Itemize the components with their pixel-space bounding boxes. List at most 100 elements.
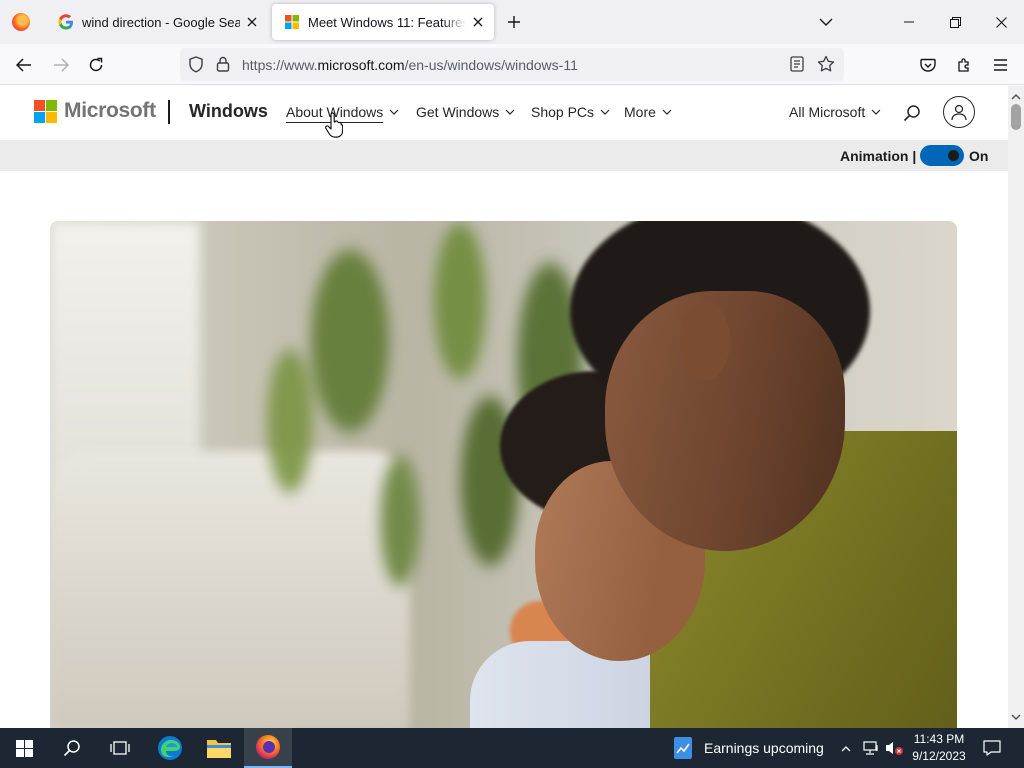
reload-button[interactable] xyxy=(81,50,111,80)
animation-state: On xyxy=(969,148,989,164)
toggle-knob xyxy=(948,150,959,161)
arrow-right-icon xyxy=(54,58,69,72)
bookmark-star-icon[interactable] xyxy=(817,55,835,78)
list-all-tabs-button[interactable] xyxy=(812,8,840,36)
nav-label: All Microsoft xyxy=(789,104,866,120)
address-bar[interactable]: https://www.microsoft.com/en-us/windows/… xyxy=(180,48,844,81)
navigation-toolbar: https://www.microsoft.com/en-us/windows/… xyxy=(0,44,1024,85)
url-path: /en-us/windows/windows-11 xyxy=(404,57,578,73)
microsoft-logo-link[interactable]: Microsoft xyxy=(34,99,156,123)
edge-taskbar-button[interactable] xyxy=(146,728,194,768)
nav-shop-pcs[interactable]: Shop PCs xyxy=(531,104,610,120)
animation-toggle-bar: Animation | On xyxy=(0,140,1008,171)
notification-center-button[interactable] xyxy=(976,728,1008,768)
user-icon xyxy=(951,104,967,121)
chevron-up-icon xyxy=(841,745,851,751)
firefox-taskbar-button[interactable] xyxy=(244,728,292,768)
hero-image-father-and-son xyxy=(50,221,957,728)
tracking-protection-shield-icon[interactable] xyxy=(188,56,204,78)
hand-pointer-cursor-icon xyxy=(325,112,344,143)
tab-close-icon[interactable] xyxy=(240,10,264,34)
google-g-icon xyxy=(58,14,74,30)
chevron-down-icon xyxy=(662,109,672,115)
extensions-button[interactable] xyxy=(949,50,979,80)
network-icon xyxy=(863,741,878,755)
scrollbar-thumb[interactable] xyxy=(1011,104,1021,130)
url-prefix: https://www. xyxy=(242,57,318,73)
microsoft-logo-icon xyxy=(34,99,57,123)
search-icon xyxy=(903,105,920,122)
taskbar-search-button[interactable] xyxy=(48,728,96,768)
nav-label: Shop PCs xyxy=(531,104,595,120)
file-explorer-taskbar-button[interactable] xyxy=(195,728,243,768)
file-explorer-icon xyxy=(207,740,231,758)
notification-icon xyxy=(983,740,1001,756)
chevron-down-icon xyxy=(389,109,399,115)
puzzle-piece-icon xyxy=(958,58,969,72)
weather-widget-label: Earnings upcoming xyxy=(704,740,824,756)
microsoft-logo-icon xyxy=(284,14,300,30)
firefox-view-button[interactable] xyxy=(0,0,42,44)
forward-button[interactable] xyxy=(46,50,76,80)
stock-chart-icon xyxy=(674,737,692,759)
new-tab-button[interactable] xyxy=(500,8,528,36)
tab-meet-windows-11[interactable]: Meet Windows 11: Features, Look xyxy=(272,4,494,40)
tab-google-search[interactable]: wind direction - Google Search xyxy=(46,4,268,40)
close-window-button[interactable] xyxy=(978,0,1024,44)
tab-close-icon[interactable] xyxy=(466,10,490,34)
nav-more[interactable]: More xyxy=(624,104,672,120)
nav-get-windows[interactable]: Get Windows xyxy=(416,104,515,120)
search-icon xyxy=(63,740,80,757)
task-view-icon xyxy=(110,741,130,755)
back-button[interactable] xyxy=(9,50,39,80)
restore-icon xyxy=(949,16,961,28)
reload-icon xyxy=(89,57,103,72)
all-microsoft-menu[interactable]: All Microsoft xyxy=(789,104,881,120)
chevron-down-icon xyxy=(871,109,881,115)
windows-brand-link[interactable]: Windows xyxy=(189,101,268,122)
hamburger-menu-icon xyxy=(993,59,1007,71)
animation-label: Animation | xyxy=(840,148,917,164)
animation-toggle[interactable] xyxy=(920,145,964,166)
site-header: Microsoft Windows About Windows Get Wind… xyxy=(0,86,1008,140)
pocket-icon xyxy=(920,58,936,72)
page-scrollbar[interactable] xyxy=(1008,86,1024,728)
pocket-button[interactable] xyxy=(913,50,943,80)
nav-label: More xyxy=(624,104,656,120)
edge-icon xyxy=(158,736,182,760)
weather-widget[interactable]: Earnings upcoming xyxy=(672,728,824,768)
chevron-down-icon xyxy=(819,18,833,26)
account-button[interactable] xyxy=(943,96,975,128)
arrow-left-icon xyxy=(16,58,31,72)
start-button[interactable] xyxy=(0,728,48,768)
minimize-icon xyxy=(904,21,914,23)
show-hidden-icons-button[interactable] xyxy=(836,728,856,768)
windows-taskbar: Earnings upcoming 11:43 PM 9/12/2023 xyxy=(0,728,1024,768)
tab-title: Meet Windows 11: Features, Look xyxy=(308,14,466,30)
start-icon xyxy=(15,739,33,757)
restore-button[interactable] xyxy=(932,0,978,44)
url-text[interactable]: https://www.microsoft.com/en-us/windows/… xyxy=(242,57,578,73)
reader-view-icon[interactable] xyxy=(790,56,804,77)
volume-tray-button[interactable] xyxy=(884,728,904,768)
close-icon xyxy=(995,16,1007,28)
lock-icon[interactable] xyxy=(216,56,230,77)
chevron-down-icon xyxy=(600,109,610,115)
clock-date: 9/12/2023 xyxy=(912,749,966,763)
firefox-icon xyxy=(12,13,30,31)
nav-label: Get Windows xyxy=(416,104,500,120)
firefox-icon xyxy=(256,735,280,759)
task-view-button[interactable] xyxy=(96,728,144,768)
clock-time: 11:43 PM xyxy=(913,732,965,746)
minimize-button[interactable] xyxy=(886,0,932,44)
scroll-down-arrow-icon[interactable] xyxy=(1011,708,1021,726)
system-clock[interactable]: 11:43 PM 9/12/2023 xyxy=(904,731,974,765)
url-host: microsoft.com xyxy=(317,57,405,73)
chevron-down-icon xyxy=(505,109,515,115)
network-tray-button[interactable] xyxy=(860,728,882,768)
tab-title: wind direction - Google Search xyxy=(82,14,240,30)
plus-icon xyxy=(508,16,520,28)
app-menu-button[interactable] xyxy=(985,50,1015,80)
site-search-button[interactable] xyxy=(899,100,925,126)
microsoft-wordmark: Microsoft xyxy=(64,99,156,122)
